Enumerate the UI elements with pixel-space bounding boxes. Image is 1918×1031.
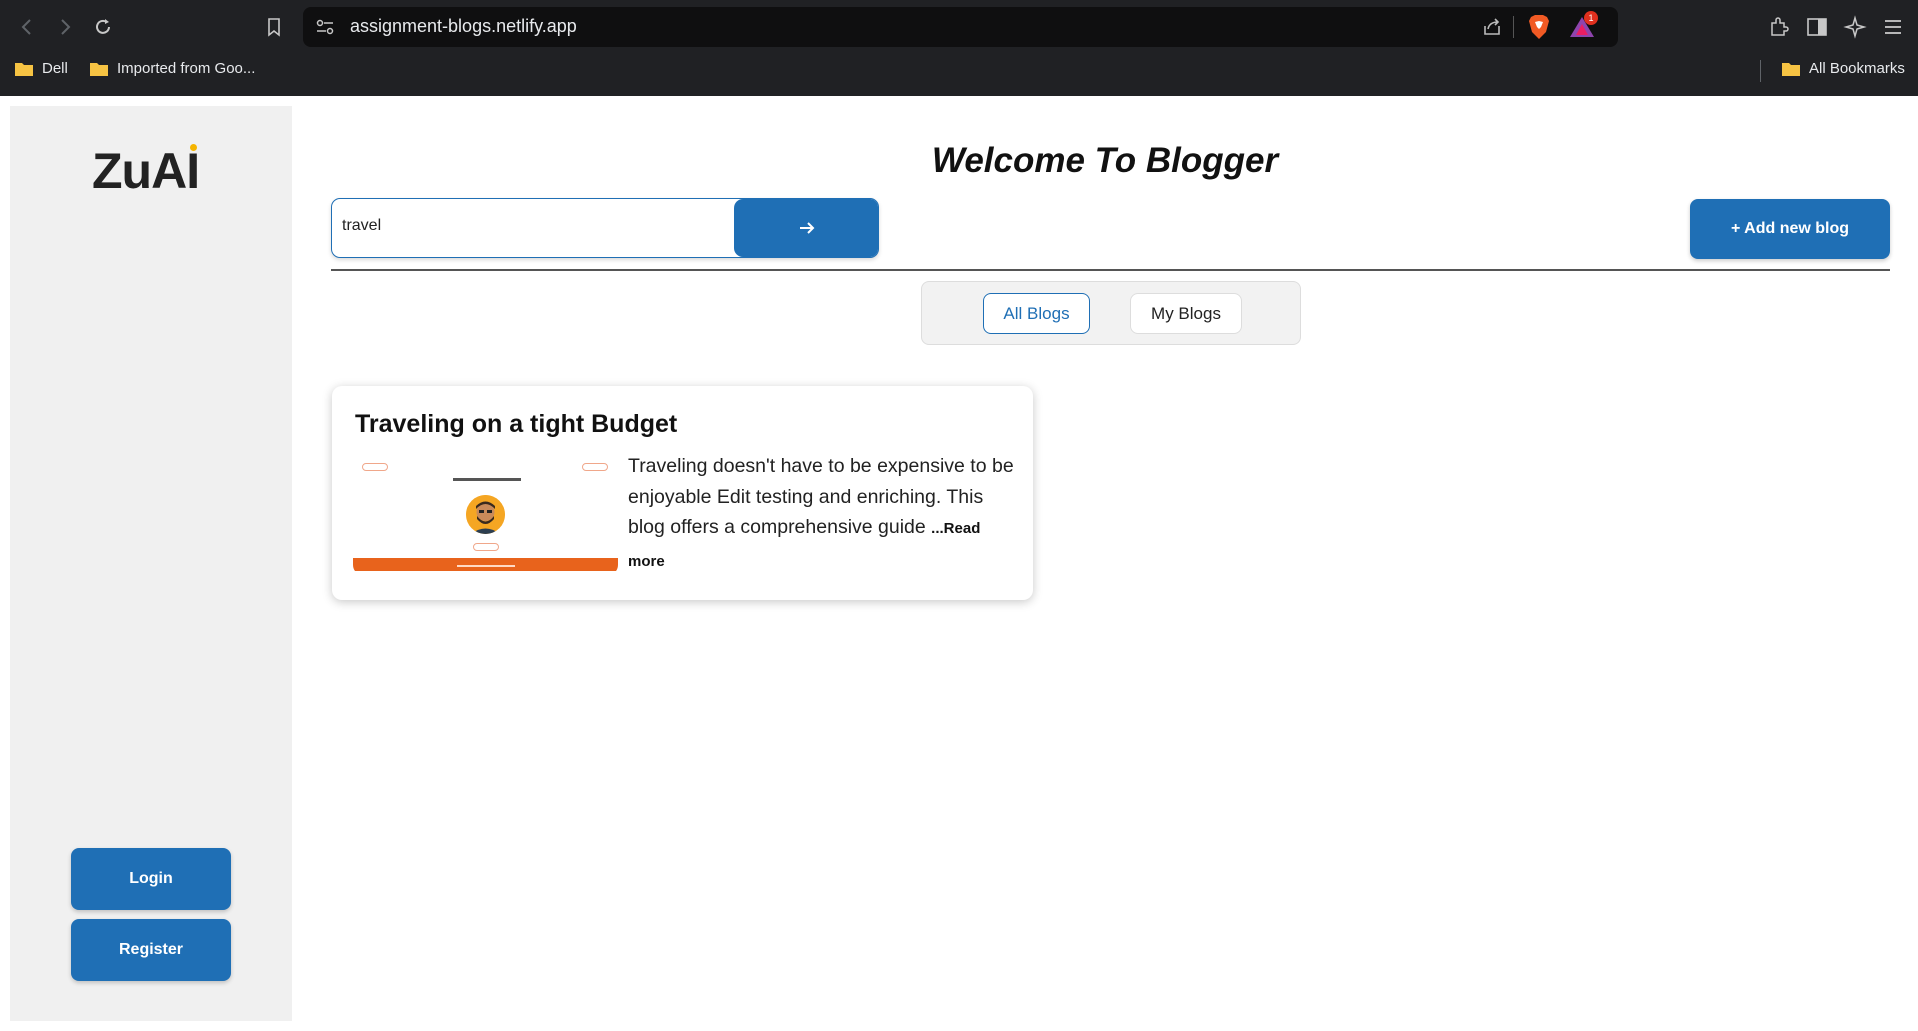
tab-all-blogs[interactable]: All Blogs (983, 293, 1090, 334)
blog-tabs: All Blogs My Blogs (921, 281, 1301, 345)
share-icon[interactable] (1481, 16, 1503, 38)
thumbnail-pill (362, 463, 388, 471)
sidebar: ZuAI Login Register (10, 106, 292, 1021)
extensions-icon[interactable] (1767, 15, 1791, 39)
sidebar-toggle-icon[interactable] (1805, 15, 1829, 39)
address-bar[interactable]: assignment-blogs.netlify.app 1 (303, 7, 1618, 47)
bookmark-imported[interactable]: Imported from Goo... (89, 60, 255, 77)
search-button[interactable] (734, 199, 878, 257)
add-new-blog-button[interactable]: + Add new blog (1690, 199, 1890, 259)
bookmarks-bar: Dell Imported from Goo... All Bookmarks (0, 56, 1918, 84)
leo-ai-icon[interactable] (1843, 15, 1867, 39)
login-button[interactable]: Login (71, 848, 231, 910)
bookmarks-separator (1760, 60, 1761, 82)
blog-excerpt: Traveling doesn't have to be expensive t… (628, 451, 1018, 577)
reload-icon[interactable] (88, 12, 118, 42)
back-icon[interactable] (12, 12, 42, 42)
thumbnail-avatar (466, 495, 505, 534)
bookmark-icon[interactable] (259, 12, 289, 42)
thumbnail-button (473, 543, 499, 551)
page: ZuAI Login Register Welcome To Blogger +… (0, 96, 1918, 1031)
bookmark-all[interactable]: All Bookmarks (1781, 60, 1905, 77)
header-divider (331, 269, 1890, 271)
tab-my-blogs[interactable]: My Blogs (1130, 293, 1242, 334)
search-input[interactable] (342, 217, 722, 235)
arrow-right-icon (800, 222, 815, 234)
folder-icon (90, 62, 108, 76)
register-button[interactable]: Register (71, 919, 231, 981)
thumbnail-pill (582, 463, 608, 471)
thumbnail-heading (453, 478, 521, 481)
blog-card[interactable]: Traveling on a tight Budget Traveling do… (332, 386, 1033, 600)
brave-shields-icon[interactable] (1527, 14, 1551, 40)
blog-title[interactable]: Traveling on a tight Budget (355, 410, 677, 439)
browser-chrome: assignment-blogs.netlify.app 1 Dell Impo… (0, 0, 1918, 96)
search-box (331, 198, 879, 258)
urlbar-divider (1513, 16, 1514, 38)
bookmark-label: All Bookmarks (1809, 60, 1905, 77)
site-settings-icon[interactable] (315, 17, 335, 37)
bookmark-dell[interactable]: Dell (14, 60, 68, 77)
url-text[interactable]: assignment-blogs.netlify.app (350, 16, 577, 37)
folder-icon (1782, 62, 1800, 76)
menu-icon[interactable] (1881, 15, 1905, 39)
bookmark-label: Dell (42, 60, 68, 77)
folder-icon (15, 62, 33, 76)
blog-thumbnail[interactable] (353, 456, 618, 571)
bookmark-label: Imported from Goo... (117, 60, 256, 77)
logo: ZuAI (92, 142, 200, 200)
forward-icon[interactable] (50, 12, 80, 42)
page-title: Welcome To Blogger (931, 141, 1279, 180)
thumbnail-footer-text (457, 565, 515, 567)
logo-text: ZuAI (92, 143, 200, 199)
rewards-badge: 1 (1584, 11, 1598, 25)
